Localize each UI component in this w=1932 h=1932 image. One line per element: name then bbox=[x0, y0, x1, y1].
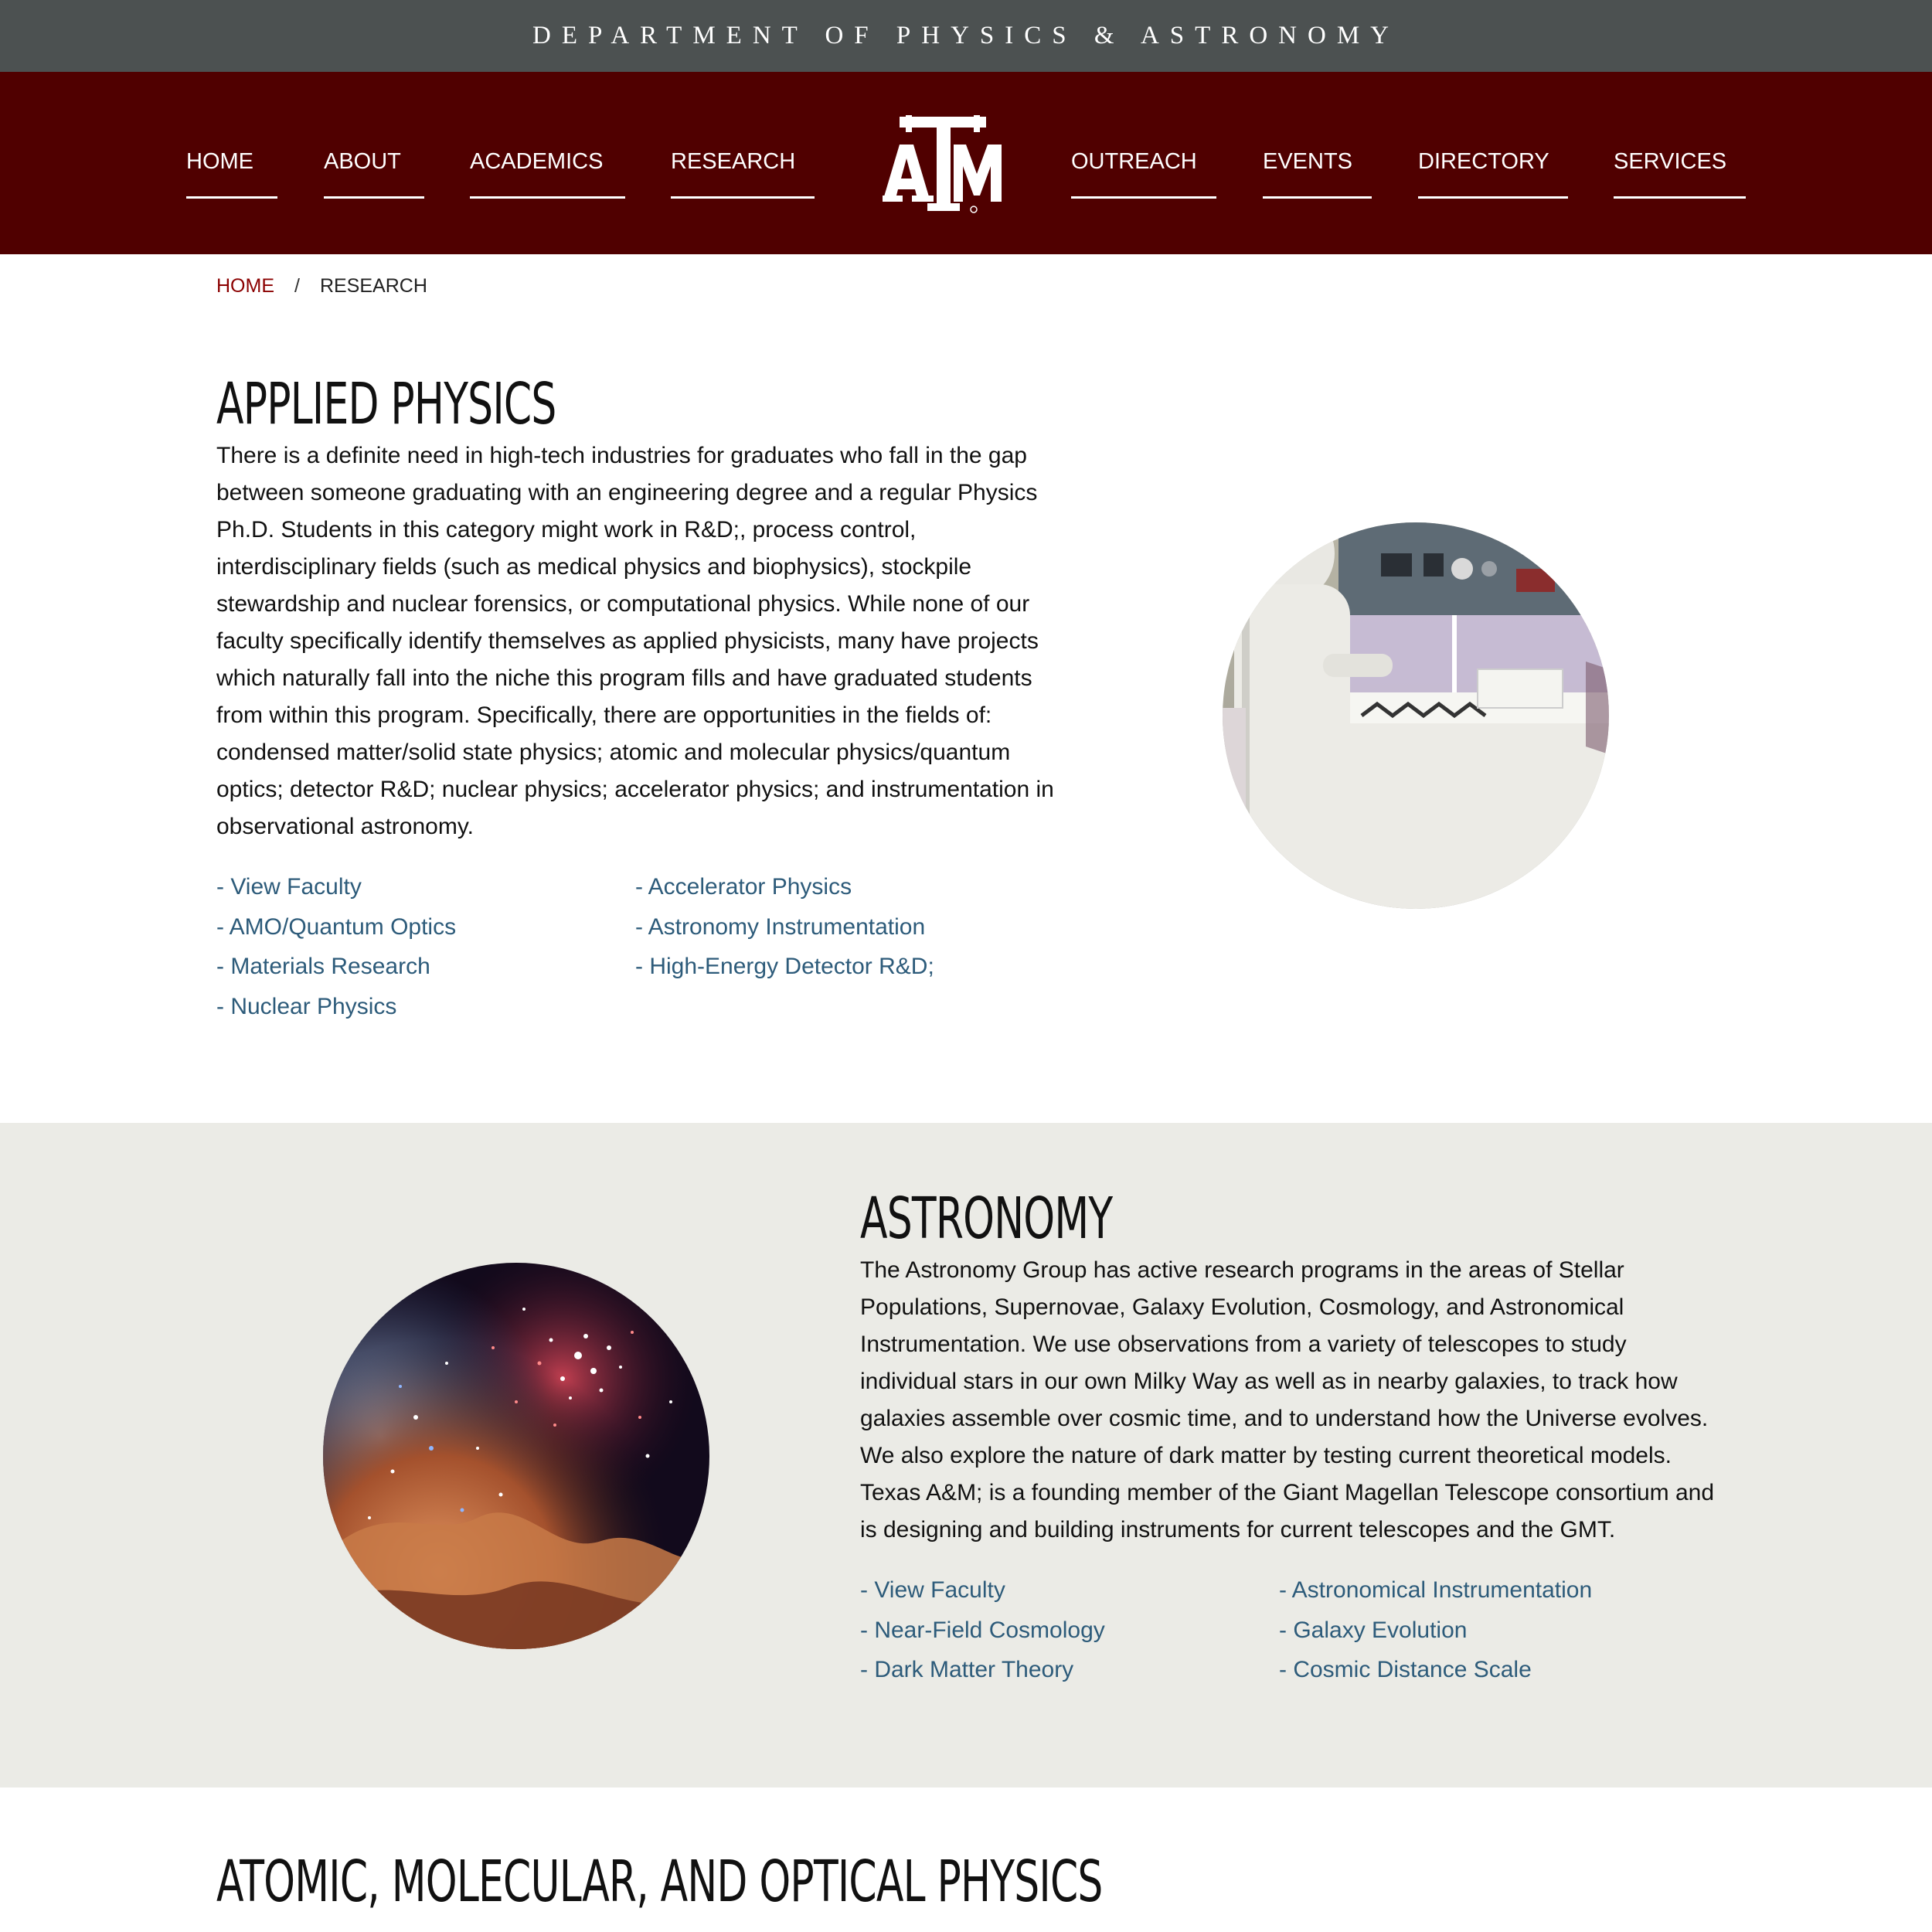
applied-link-astro-instrumentation[interactable]: - Astronomy Instrumentation bbox=[635, 914, 925, 940]
breadcrumb: HOME / RESEARCH bbox=[216, 275, 427, 298]
list-item: - Astronomical Instrumentation bbox=[1279, 1577, 1592, 1617]
department-bar: DEPARTMENT OF PHYSICS & ASTRONOMY bbox=[0, 0, 1932, 72]
list-item: - Dark Matter Theory bbox=[860, 1657, 1105, 1697]
astronomy-link-galaxy-evolution[interactable]: - Galaxy Evolution bbox=[1279, 1617, 1467, 1643]
nav-outreach[interactable]: OUTREACH bbox=[1071, 149, 1216, 199]
lab-photo-illustration bbox=[1223, 522, 1609, 909]
astronomy-link-instrumentation[interactable]: - Astronomical Instrumentation bbox=[1279, 1577, 1592, 1603]
applied-link-view-faculty[interactable]: - View Faculty bbox=[216, 874, 362, 900]
applied-links-col1: - View Faculty - AMO/Quantum Optics - Ma… bbox=[216, 874, 456, 1033]
astronomy-links-col2: - Astronomical Instrumentation - Galaxy … bbox=[1279, 1577, 1592, 1697]
nebula-illustration bbox=[323, 1263, 709, 1649]
list-item: - Astronomy Instrumentation bbox=[635, 914, 934, 954]
list-item: - Near-Field Cosmology bbox=[860, 1617, 1105, 1658]
astronomy-link-near-field-cosmology[interactable]: - Near-Field Cosmology bbox=[860, 1617, 1105, 1643]
nav-academics[interactable]: ACADEMICS bbox=[470, 149, 625, 199]
main-nav: HOME ABOUT ACADEMICS RESEARCH OUTREACH E… bbox=[0, 72, 1932, 254]
list-item: - High-Energy Detector R&D; bbox=[635, 954, 934, 994]
applied-links-col2: - Accelerator Physics - Astronomy Instru… bbox=[635, 874, 934, 994]
tamu-logo[interactable] bbox=[883, 115, 1005, 216]
applied-link-detector[interactable]: - High-Energy Detector R&D; bbox=[635, 954, 934, 979]
nebula-photo bbox=[323, 1263, 709, 1649]
nav-home[interactable]: HOME bbox=[186, 149, 277, 199]
breadcrumb-home[interactable]: HOME bbox=[216, 275, 274, 298]
amo-title: ATOMIC, MOLECULAR, AND OPTICAL PHYSICS bbox=[216, 1849, 1103, 1915]
nav-research[interactable]: RESEARCH bbox=[671, 149, 815, 199]
list-item: - Nuclear Physics bbox=[216, 994, 456, 1034]
list-item: - Accelerator Physics bbox=[635, 874, 934, 914]
applied-link-amo[interactable]: - AMO/Quantum Optics bbox=[216, 914, 456, 940]
list-item: - Galaxy Evolution bbox=[1279, 1617, 1592, 1658]
nav-about[interactable]: ABOUT bbox=[324, 149, 424, 199]
list-item: - Cosmic Distance Scale bbox=[1279, 1657, 1592, 1697]
applied-link-nuclear[interactable]: - Nuclear Physics bbox=[216, 994, 396, 1019]
astronomy-links-col1: - View Faculty - Near-Field Cosmology - … bbox=[860, 1577, 1105, 1697]
lab-photo bbox=[1223, 522, 1609, 909]
department-title: DEPARTMENT OF PHYSICS & ASTRONOMY bbox=[532, 22, 1400, 49]
list-item: - Materials Research bbox=[216, 954, 456, 994]
applied-link-materials[interactable]: - Materials Research bbox=[216, 954, 430, 979]
astronomy-link-distance-scale[interactable]: - Cosmic Distance Scale bbox=[1279, 1657, 1532, 1682]
breadcrumb-current: RESEARCH bbox=[319, 275, 427, 297]
applied-physics-body: There is a definite need in high-tech in… bbox=[216, 443, 1054, 839]
list-item: - View Faculty bbox=[860, 1577, 1105, 1617]
list-item: - View Faculty bbox=[216, 874, 456, 914]
astronomy-body: The Astronomy Group has active research … bbox=[860, 1257, 1715, 1543]
astronomy-link-dark-matter[interactable]: - Dark Matter Theory bbox=[860, 1657, 1073, 1682]
astronomy-title: ASTRONOMY bbox=[860, 1185, 1113, 1252]
nav-directory[interactable]: DIRECTORY bbox=[1418, 149, 1568, 199]
nav-services[interactable]: SERVICES bbox=[1614, 149, 1746, 199]
applied-link-accelerator[interactable]: - Accelerator Physics bbox=[635, 874, 852, 900]
applied-physics-title: APPLIED PHYSICS bbox=[216, 371, 556, 437]
list-item: - AMO/Quantum Optics bbox=[216, 914, 456, 954]
nav-events[interactable]: EVENTS bbox=[1263, 149, 1372, 199]
astronomy-link-view-faculty[interactable]: - View Faculty bbox=[860, 1577, 1005, 1603]
breadcrumb-separator: / bbox=[294, 275, 300, 297]
